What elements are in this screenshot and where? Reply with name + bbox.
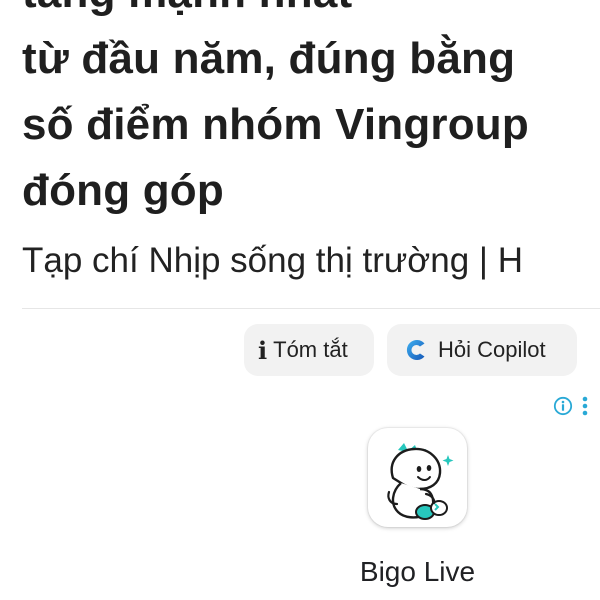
- copilot-label: Hỏi Copilot: [438, 337, 546, 362]
- copilot-icon: [403, 337, 429, 363]
- headline-line: từ đầu năm, đúng bằng: [22, 34, 516, 83]
- headline-line: đóng góp: [22, 166, 224, 215]
- news-article-screen: tăng mạnh nhất từ đầu năm, đúng bằng số …: [0, 0, 600, 600]
- headline-line: tăng mạnh nhất: [22, 0, 592, 26]
- bigo-mascot-icon: [387, 443, 454, 520]
- bigo-live-app-icon[interactable]: [368, 428, 467, 527]
- app-name[interactable]: Bigo Live: [330, 552, 505, 592]
- summary-label: Tóm tắt: [273, 337, 348, 362]
- headline-line: số điểm nhóm Vingroup: [22, 100, 529, 149]
- article-headline[interactable]: tăng mạnh nhất từ đầu năm, đúng bằng số …: [22, 0, 592, 224]
- info-circle-icon[interactable]: [553, 396, 573, 416]
- divider: [22, 308, 600, 309]
- article-source[interactable]: Tạp chí Nhịp sống thị trường | H: [22, 237, 523, 285]
- summary-button[interactable]: i Tóm tắt: [244, 324, 374, 376]
- more-vertical-icon[interactable]: [580, 394, 590, 418]
- info-icon: i: [258, 335, 268, 365]
- ask-copilot-button[interactable]: Hỏi Copilot: [387, 324, 577, 376]
